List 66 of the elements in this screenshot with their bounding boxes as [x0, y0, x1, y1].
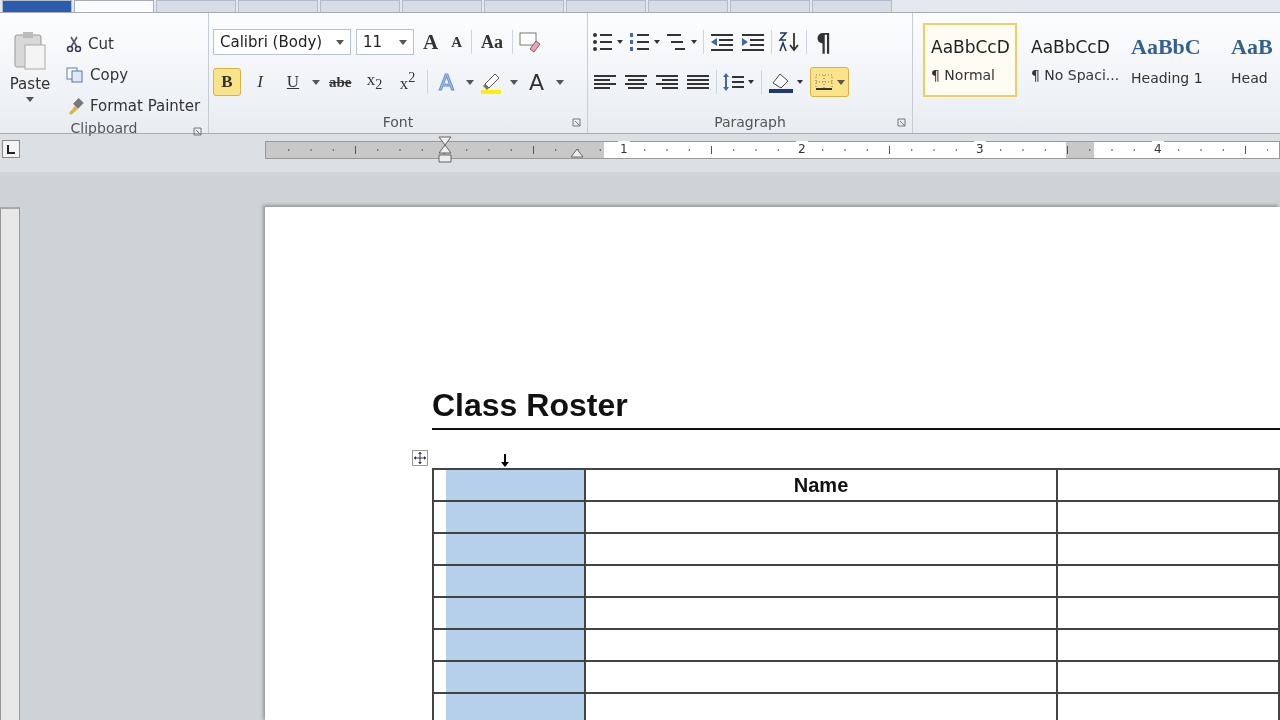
right-indent-marker-icon[interactable] — [569, 148, 584, 158]
borders-icon — [814, 73, 834, 91]
justify-icon[interactable] — [685, 73, 711, 91]
show-formatting-marks-button[interactable]: ¶ — [812, 28, 836, 56]
copy-button[interactable]: Copy — [64, 60, 203, 89]
decrease-indent-icon[interactable] — [709, 32, 735, 52]
caret-icon — [509, 79, 518, 85]
group-label: Clipboard — [70, 120, 138, 136]
style-gallery-item[interactable]: AaB Head — [1223, 23, 1280, 97]
document-title: Class Roster — [432, 387, 628, 423]
ruler-number: 4 — [1151, 141, 1164, 157]
paste-button[interactable]: Paste — [4, 19, 56, 120]
group-label: Paragraph — [714, 114, 786, 130]
copy-icon — [66, 66, 84, 83]
style-gallery-item[interactable]: AaBbC Heading 1 — [1123, 23, 1217, 97]
multilevel-list-icon[interactable] — [666, 32, 698, 52]
numbering-icon[interactable] — [629, 32, 661, 52]
table-move-handle-icon[interactable] — [412, 450, 428, 466]
caret-icon — [312, 79, 320, 85]
scissors-icon — [66, 35, 82, 52]
caret-icon — [465, 79, 474, 85]
clear-formatting-icon[interactable] — [518, 31, 542, 53]
line-spacing-icon[interactable] — [722, 72, 756, 92]
sort-icon[interactable] — [777, 31, 801, 53]
caret-icon — [555, 79, 564, 85]
font-size-field[interactable]: 11 — [356, 29, 414, 55]
indent-marker-icon[interactable] — [437, 136, 452, 164]
font-name-field[interactable]: Calibri (Body) — [213, 29, 351, 55]
tab-selector-icon[interactable] — [2, 140, 20, 158]
caret-icon — [26, 97, 34, 102]
paintbrush-icon — [66, 96, 84, 115]
increase-indent-icon[interactable] — [740, 32, 766, 52]
superscript-button[interactable]: x$^{2}$ — [393, 68, 422, 96]
ribbon-tab[interactable] — [2, 0, 72, 12]
change-case-button[interactable]: Aa — [477, 28, 507, 56]
italic-button[interactable]: I — [246, 68, 274, 96]
paint-bucket-icon[interactable] — [767, 71, 805, 93]
ruler-number: 2 — [795, 141, 808, 157]
grow-font-button[interactable]: A — [419, 28, 443, 56]
shrink-font-button[interactable]: A — [447, 28, 466, 56]
group-label: Font — [382, 114, 414, 130]
format-painter-button[interactable]: Format Painter — [64, 91, 203, 120]
column-select-arrow-icon — [500, 454, 510, 468]
underline-button[interactable]: U — [279, 68, 307, 96]
bullets-icon[interactable] — [592, 32, 624, 52]
cut-button[interactable]: Cut — [64, 29, 203, 58]
style-gallery-item[interactable]: AaBbCcD ¶ Normal — [923, 23, 1017, 97]
caret-icon[interactable] — [336, 39, 344, 45]
subscript-button[interactable]: x$_{2}$ — [360, 68, 389, 96]
clipboard-icon — [13, 31, 47, 71]
bold-button[interactable]: B — [213, 68, 241, 96]
dialog-launcher-icon[interactable] — [572, 118, 581, 127]
align-center-icon[interactable] — [623, 73, 649, 91]
style-gallery-item[interactable]: AaBbCcD ¶ No Spaci... — [1023, 23, 1117, 97]
strikethrough-button[interactable]: abe — [325, 68, 356, 96]
ruler-number: 1 — [617, 141, 630, 157]
ruler-number: 3 — [973, 141, 986, 157]
borders-button[interactable] — [810, 67, 849, 97]
caret-icon[interactable] — [399, 39, 407, 45]
dialog-launcher-icon[interactable] — [897, 118, 906, 127]
font-color-button[interactable]: A — [522, 68, 551, 96]
dialog-launcher-icon[interactable] — [193, 127, 202, 136]
align-left-icon[interactable] — [592, 73, 618, 91]
table-header-cell: Name — [585, 469, 1057, 501]
align-right-icon[interactable] — [654, 73, 680, 91]
caret-icon — [837, 79, 845, 85]
